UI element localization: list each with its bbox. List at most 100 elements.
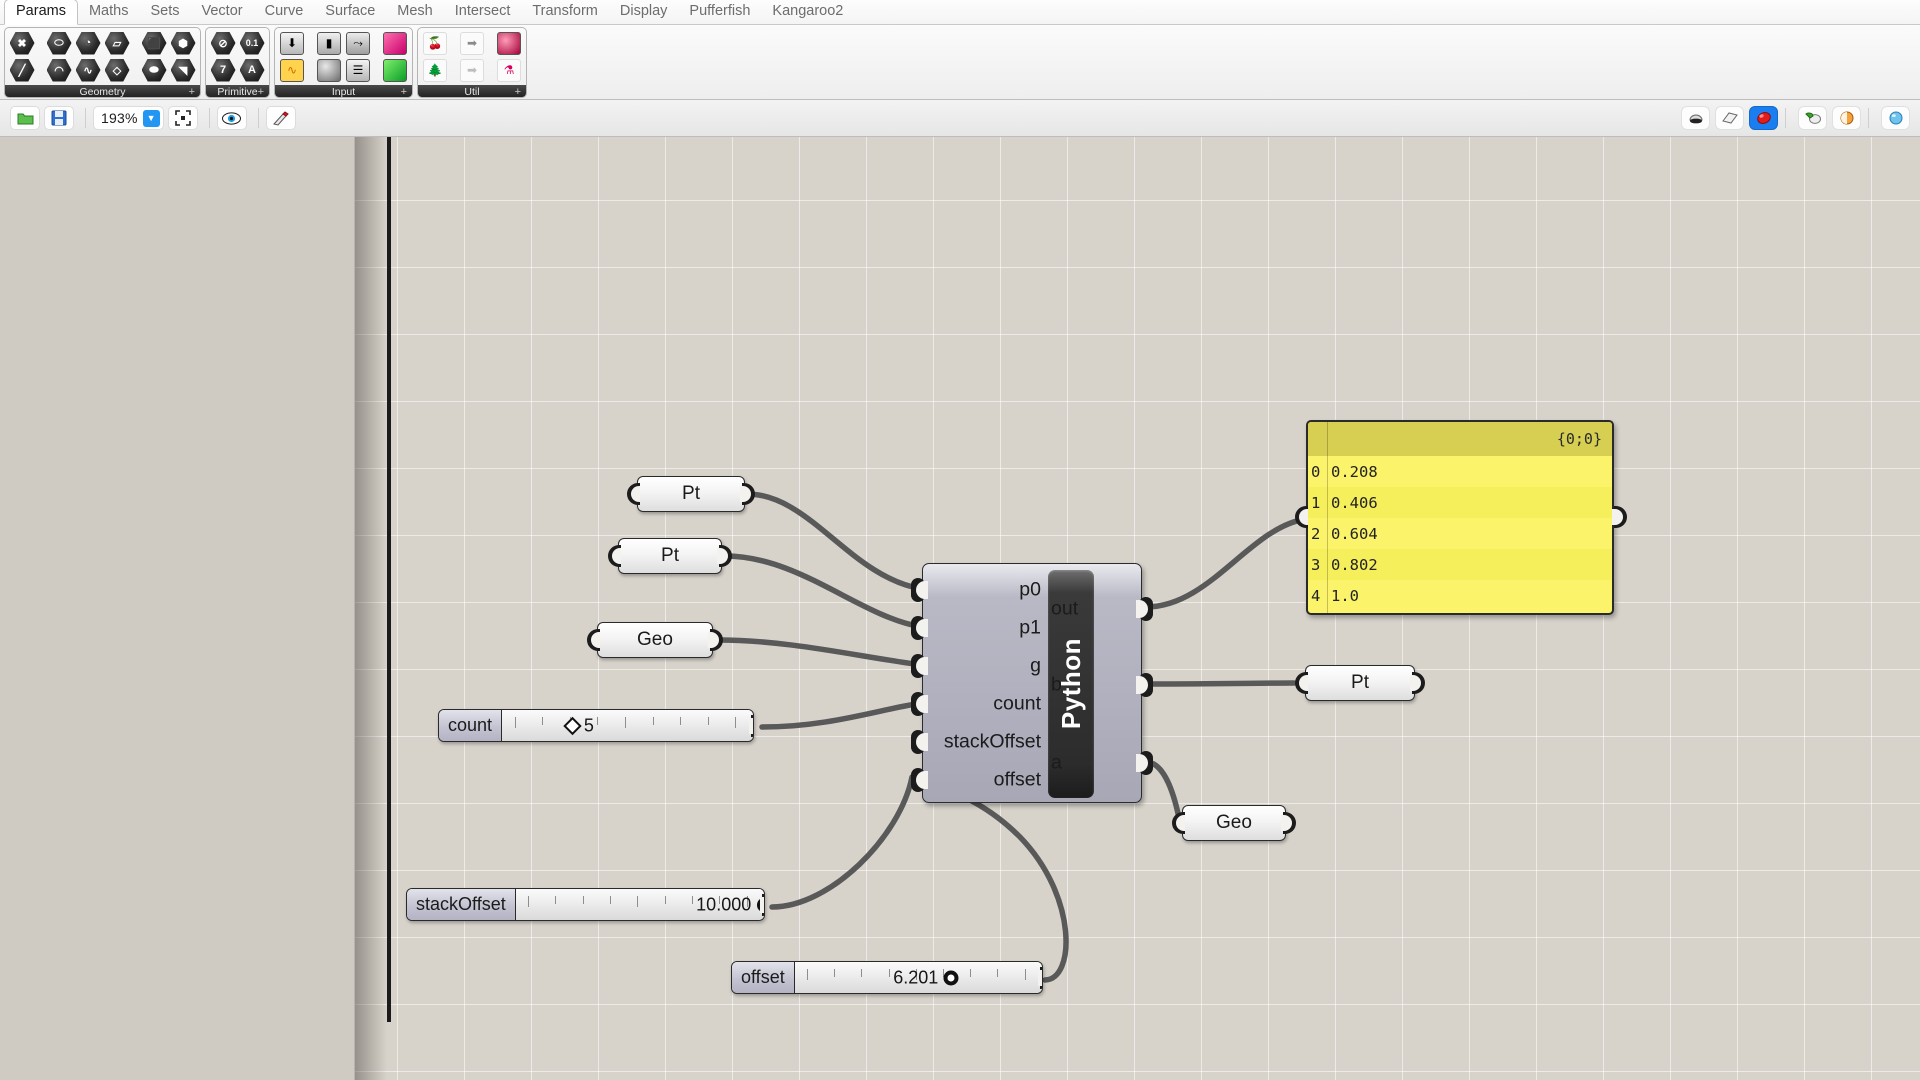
ribbon-tab-sets[interactable]: Sets [139,0,190,24]
canvas-divider-bar[interactable] [387,137,391,1022]
ribbon-tab-display[interactable]: Display [609,0,679,24]
python-output-grip-b[interactable] [1136,673,1153,697]
line-param-icon[interactable]: ╱ [8,57,36,83]
plane-param-icon[interactable]: ◇ [103,57,131,83]
surface-param-icon[interactable]: ◔ [74,30,102,56]
python-input-grip-stackoffset[interactable] [911,730,928,754]
slider-handle[interactable]: 5 [563,715,594,736]
panel-gutter [1327,422,1328,613]
python-script-component[interactable]: Python p0 p1 g count stackOffset offset … [911,563,1153,803]
ribbon-tab-kangaroo2[interactable]: Kangaroo2 [761,0,854,24]
expand-plus-icon[interactable]: + [401,85,407,97]
data-tree-icon[interactable]: 🌲 [421,57,449,83]
curve-param-icon[interactable]: ∿ [74,57,102,83]
ribbon-tab-maths[interactable]: Maths [78,0,140,24]
value-list-icon[interactable]: ☰ [344,57,372,83]
number-param-icon[interactable]: 0.1 [238,30,266,56]
param-node-pt-out[interactable]: Pt [1295,665,1425,701]
panel-node[interactable]: {0;0} 0 0.208 1 0.406 2 0.604 3 0.802 4 … [1306,420,1614,615]
arc-param-icon[interactable]: ◠ [45,57,73,83]
slider-track[interactable]: 5 [502,710,753,741]
circle-param-icon[interactable]: ⬭ [45,30,73,56]
cylinder-param-icon[interactable]: ⬬ [140,57,168,83]
ribbon-group-caption-primitive[interactable]: Primitive + [206,85,269,97]
cherries-icon[interactable]: 🍒 [421,30,449,56]
circle-handle-icon[interactable] [943,970,959,985]
number-slider-icon[interactable]: ⬇ [278,30,306,56]
ribbon-tab-intersect[interactable]: Intersect [444,0,522,24]
box-param-icon[interactable]: ⬛ [140,30,168,56]
ribbon-tab-params[interactable]: Params [4,0,78,25]
gradient-icon[interactable] [381,30,409,56]
param-node-geo-1[interactable]: Geo [587,622,723,658]
zoom-extents-button[interactable] [167,106,198,130]
ribbon-tab-curve[interactable]: Curve [254,0,315,24]
preview-meshquality-icon[interactable] [1832,106,1861,130]
save-file-button[interactable] [44,106,74,130]
python-input-grip-p0[interactable] [911,578,928,602]
right-arrow-grey-icon[interactable]: ➡ [458,30,486,56]
python-output-grip-a[interactable] [1136,751,1153,775]
preview-wireframe-icon[interactable] [1715,106,1744,130]
slider-track[interactable]: 10.000 [515,889,764,920]
expand-plus-icon[interactable]: + [258,85,264,97]
graph-mapper-icon[interactable]: ∿ [278,57,306,83]
expand-plus-icon[interactable]: + [515,85,521,97]
expand-plus-icon[interactable]: + [189,85,195,97]
meshface-param-icon[interactable]: ◥ [169,57,197,83]
python-input-grip-p1[interactable] [911,616,928,640]
ribbon-group-caption-input[interactable]: Input + [275,85,412,98]
gh-canvas[interactable]: Pt Pt Geo count 5 stackOffset 10.000 off… [0,137,1920,1080]
geometry-param-icon[interactable]: ✖ [8,30,36,56]
chevron-down-icon[interactable]: ▼ [142,109,160,127]
preview-off-icon[interactable] [1749,106,1778,130]
sketch-tool-button[interactable] [265,106,296,130]
ribbon-tab-vector[interactable]: Vector [190,0,253,24]
python-input-grip-count[interactable] [911,692,928,716]
slider-count[interactable]: count 5 [438,709,754,742]
ribbon-tab-pufferfish[interactable]: Pufferfish [678,0,761,24]
knob-icon[interactable] [315,57,343,83]
param-node-pt-2[interactable]: Pt [608,538,732,574]
preview-transparent-icon[interactable] [1881,106,1910,130]
slider-handle[interactable]: 10.000 [696,894,764,915]
output-grip[interactable] [760,893,764,916]
ribbon-group-caption-geometry[interactable]: Geometry + [5,85,200,97]
document-preview-icon[interactable] [1798,106,1827,130]
open-file-button[interactable] [10,106,40,130]
mesh-param-icon[interactable]: ⬢ [169,30,197,56]
param-node-pt-1[interactable]: Pt [627,476,755,512]
slider-stackoffset[interactable]: stackOffset 10.000 [406,888,765,921]
boolean-param-icon[interactable]: ⊘ [209,30,237,56]
param-node-geo-out[interactable]: Geo [1172,805,1296,841]
python-output-b-label: b [1051,673,1062,696]
ribbon-tab-transform[interactable]: Transform [521,0,609,24]
colour-swatch-icon[interactable] [381,57,409,83]
ribbon-group-caption-util[interactable]: Util + [418,85,526,97]
param-label: Pt [682,483,700,504]
right-arrow-white-icon[interactable]: ➡ [458,57,486,83]
preview-toggle-button[interactable] [216,106,247,130]
slider-track[interactable]: 6.201 [794,962,1042,993]
output-grip[interactable] [749,714,753,737]
slider-handle[interactable]: 6.201 [893,967,959,988]
python-input-grip-offset[interactable] [911,768,928,792]
brep-param-icon[interactable]: ▱ [103,30,131,56]
ribbon-tab-mesh[interactable]: Mesh [386,0,443,24]
flask-icon[interactable]: ⚗ [495,57,523,83]
zoom-level-combo[interactable]: 193% ▼ [93,106,164,130]
button-icon[interactable]: ▮ [315,30,343,56]
panel-path-label: {0;0} [1556,430,1602,448]
text-param-icon[interactable]: A [238,57,266,83]
cluster-icon[interactable] [495,30,523,56]
ribbon-tab-surface[interactable]: Surface [314,0,386,24]
ribbon-group-caption-text: Input [331,86,356,98]
slider-offset[interactable]: offset 6.201 [731,961,1043,994]
python-input-grip-g[interactable] [911,654,928,678]
python-output-grip-out[interactable] [1136,597,1153,621]
boolean-toggle-icon[interactable]: ⤳ [344,30,372,56]
output-grip[interactable] [1038,966,1042,989]
diamond-handle-icon[interactable] [563,716,582,735]
preview-shaded-icon[interactable] [1681,106,1710,130]
integer-param-icon[interactable]: 7 [209,57,237,83]
